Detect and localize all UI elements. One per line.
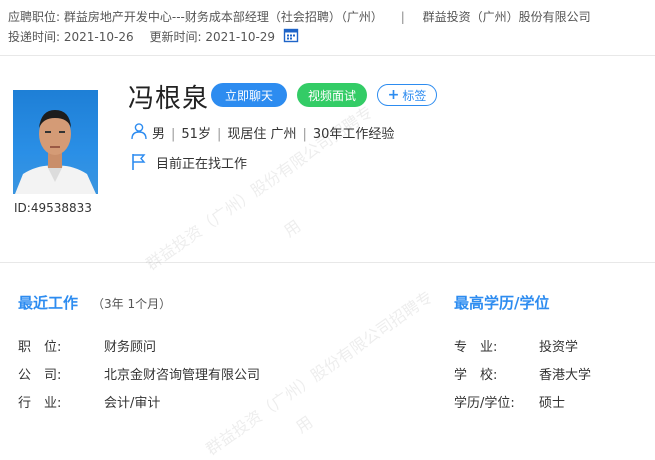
work-label-company: 公 司: xyxy=(18,368,62,383)
applied-position-value: 群益房地产开发中心---财务成本部经理（社会招聘）（广州） xyxy=(63,10,383,24)
header-separator: | xyxy=(400,10,405,24)
applied-position-label: 应聘职位: xyxy=(8,10,61,24)
work-value-company: 北京金财咨询管理有限公司 xyxy=(104,368,261,383)
add-tag-button[interactable]: + 标签 xyxy=(377,84,437,106)
age: 51岁 xyxy=(181,127,211,142)
video-interview-label: 视频面试 xyxy=(307,88,356,103)
work-experience: 30年工作经验 xyxy=(312,127,395,142)
info-separator: | xyxy=(171,127,176,142)
work-label-industry: 行 业: xyxy=(18,396,62,411)
watermark-line-4: 用 xyxy=(292,412,317,437)
submitted-label: 投递时间: xyxy=(8,30,61,44)
education-title: 最高学历/学位 xyxy=(454,294,550,312)
section-divider xyxy=(0,262,655,263)
info-separator: | xyxy=(216,127,222,142)
residence: 现居住 广州 xyxy=(227,127,297,142)
watermark: 用 xyxy=(278,213,305,242)
work-label-position: 职 位: xyxy=(18,340,62,355)
edu-value-school: 香港大学 xyxy=(539,368,592,383)
recent-work-duration: （3年 1个月） xyxy=(92,297,172,311)
info-separator: | xyxy=(302,127,307,142)
edu-label-major: 专 业: xyxy=(454,340,498,355)
gender: 男 xyxy=(152,127,166,142)
watermark: 用 xyxy=(290,409,317,438)
updated-value: 2021-10-29 xyxy=(205,30,276,44)
work-value-industry: 会计/审计 xyxy=(104,396,161,411)
job-status: 目前正在找工作 xyxy=(156,157,248,172)
company-name: 群益投资（广州）股份有限公司 xyxy=(422,10,591,24)
edu-value-degree: 硕士 xyxy=(539,396,566,411)
plus-icon: + xyxy=(387,87,400,103)
candidate-basic-info: 男 | 51岁 | 现居住 广州 | 30年工作经验 xyxy=(152,123,394,142)
calendar-icon[interactable] xyxy=(283,27,299,43)
submitted-value: 2021-10-26 xyxy=(63,30,134,44)
watermark-line-2: 用 xyxy=(280,216,305,241)
recent-work-title: 最近工作 xyxy=(18,294,79,312)
person-icon xyxy=(130,122,148,140)
time-info: 投递时间: 2021-10-26 更新时间: 2021-10-29 xyxy=(8,28,275,45)
candidate-name: 冯根泉 xyxy=(128,84,210,114)
applied-position: 应聘职位: 群益房地产开发中心---财务成本部经理（社会招聘）（广州） | 群益… xyxy=(8,8,591,25)
updated-label: 更新时间: xyxy=(149,30,202,44)
header-divider xyxy=(0,55,655,56)
work-value-position: 财务顾问 xyxy=(104,340,157,355)
edu-label-degree: 学历/学位: xyxy=(454,396,515,411)
chat-now-button[interactable]: 立即聊天 xyxy=(211,83,287,107)
flag-icon xyxy=(131,153,147,171)
edu-label-school: 学 校: xyxy=(454,368,498,383)
add-tag-label: 标签 xyxy=(402,88,427,103)
candidate-id: ID:49538833 xyxy=(14,201,92,215)
candidate-photo xyxy=(13,90,98,194)
video-interview-button[interactable]: 视频面试 xyxy=(297,83,367,107)
edu-value-major: 投资学 xyxy=(539,340,579,355)
chat-now-label: 立即聊天 xyxy=(224,88,273,103)
